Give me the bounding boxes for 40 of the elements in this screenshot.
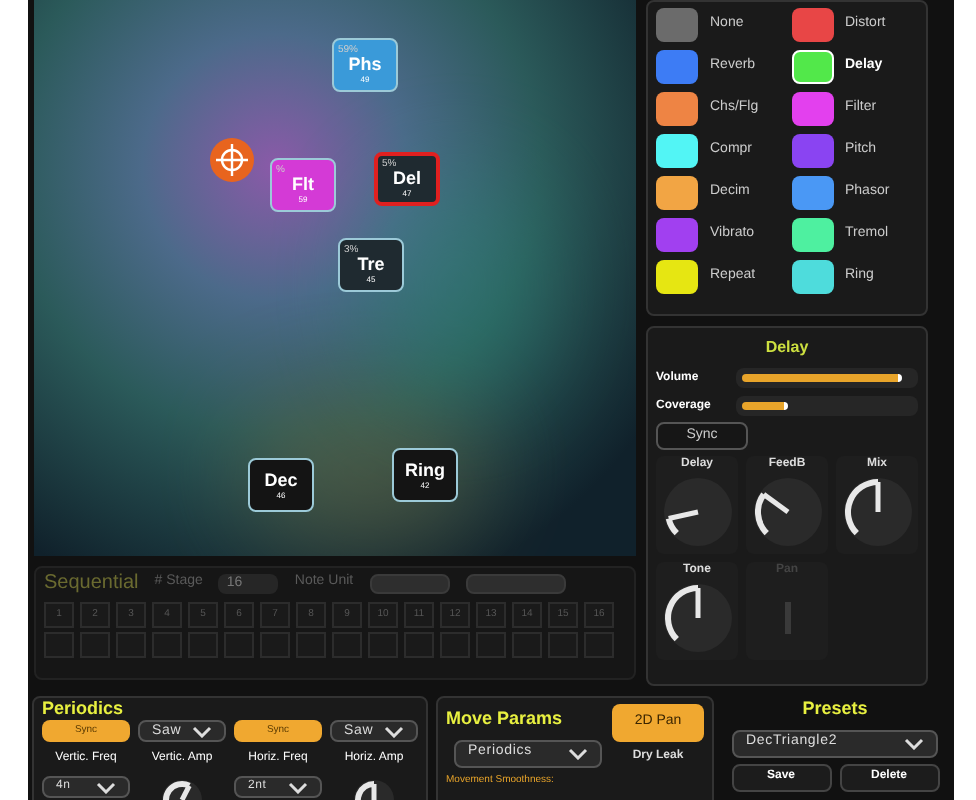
chevron-down-icon <box>384 725 404 738</box>
panel-title: Delay <box>763 336 811 360</box>
knob[interactable] <box>659 474 735 550</box>
chevron-down-icon <box>288 781 308 794</box>
node-label: Del <box>392 170 421 188</box>
node-label: Dec <box>264 471 298 489</box>
effect-swatch[interactable] <box>791 92 833 126</box>
move-handle-icon[interactable] <box>208 136 256 184</box>
slider-track[interactable] <box>736 368 918 388</box>
knob[interactable] <box>839 474 915 550</box>
node-label: Tre <box>357 256 385 274</box>
effect-swatch[interactable] <box>656 260 698 294</box>
effect-swatch[interactable] <box>791 50 833 84</box>
effect-swatch[interactable] <box>791 8 833 42</box>
chevron-down-icon <box>568 747 588 759</box>
node-label: Phs <box>348 56 382 74</box>
knob[interactable] <box>659 580 735 656</box>
chevron-down-icon <box>192 725 212 738</box>
slider-fill[interactable] <box>742 374 902 382</box>
knob[interactable] <box>749 474 825 550</box>
chevron-down-icon <box>96 781 116 794</box>
panel-title: Periodics <box>42 698 126 721</box>
effect-swatch[interactable] <box>656 92 698 126</box>
panel-title: Presets <box>802 696 868 722</box>
slider-track[interactable] <box>736 396 918 416</box>
node-label: Flt <box>292 176 314 194</box>
effect-swatch[interactable] <box>656 134 698 168</box>
effect-swatch[interactable] <box>656 218 698 252</box>
effect-swatch[interactable] <box>656 8 698 42</box>
slider-fill[interactable] <box>742 402 788 410</box>
effect-swatch[interactable] <box>791 176 833 210</box>
chevron-down-icon <box>904 737 924 749</box>
sequencer-title: Sequential <box>44 570 139 598</box>
effect-swatch[interactable] <box>791 134 833 168</box>
effect-swatch[interactable] <box>656 50 698 84</box>
panel-title: Move Params <box>446 706 565 732</box>
node-label: Ring <box>405 461 445 479</box>
effect-swatch[interactable] <box>656 176 698 210</box>
effect-swatch[interactable] <box>791 218 833 252</box>
effect-swatch[interactable] <box>791 260 833 294</box>
